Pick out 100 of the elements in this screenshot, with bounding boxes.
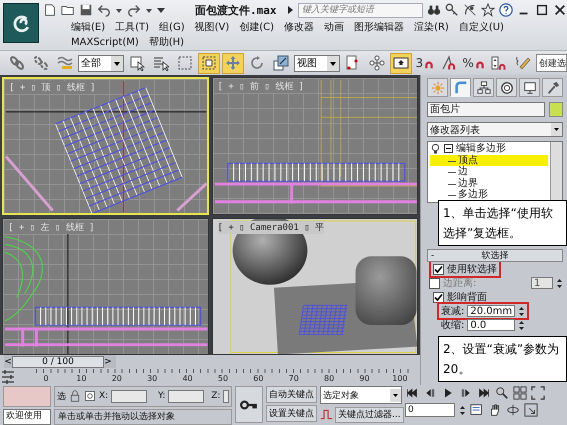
welcome-field[interactable]: 欢迎使用 xyxy=(3,409,51,425)
color-swatch[interactable] xyxy=(549,102,563,117)
key-mode-dropdown[interactable]: 选定对象 xyxy=(320,386,402,404)
lock-icon[interactable] xyxy=(69,390,81,402)
dropdown[interactable]: 视图 xyxy=(294,54,340,72)
viewport-label[interactable]: [ + ▯ Camera001 ▯ 平 xyxy=(218,220,324,234)
collapse-toggle[interactable] xyxy=(444,144,453,154)
spinner-field[interactable]: 0.0 xyxy=(467,319,516,331)
menu-item[interactable]: 修改器 xyxy=(284,20,314,35)
zoom-all-icon[interactable] xyxy=(513,386,527,400)
modifier-item[interactable]: 编辑多边形 xyxy=(456,143,506,154)
hierarchy-tab[interactable] xyxy=(473,78,494,97)
spinner-arrows-icon[interactable] xyxy=(459,404,466,416)
callout-note: 1、单击选择“使用软选择”复选框。 xyxy=(438,200,567,246)
app-logo[interactable] xyxy=(3,3,39,43)
binoculars-icon[interactable] xyxy=(427,3,441,17)
next-frame-button[interactable]: > xyxy=(104,356,112,368)
dashed-rect-icon xyxy=(177,55,194,71)
key-filters-button[interactable]: 关键点过滤器... xyxy=(335,406,404,422)
checkbox-label: 使用软选择 xyxy=(447,262,497,276)
satellite-icon[interactable] xyxy=(463,3,477,17)
zoom-extents-icon[interactable] xyxy=(531,386,545,400)
snap-toggle-button[interactable]: 3 xyxy=(414,52,436,74)
folder-icon[interactable] xyxy=(61,3,75,17)
help-icon[interactable] xyxy=(499,3,513,17)
bulb-icon[interactable] xyxy=(430,143,441,154)
star-icon[interactable] xyxy=(481,3,495,17)
menu-item[interactable]: 帮助(H) xyxy=(148,35,184,50)
modifier-list-dropdown[interactable]: 修改器列表 xyxy=(427,122,563,137)
menu-item[interactable]: MAXScript(M) xyxy=(71,35,139,50)
window-title: 面包渡文件.max xyxy=(195,2,276,18)
object-name-field[interactable]: 面包片 xyxy=(427,102,545,117)
close-icon[interactable] xyxy=(553,3,567,17)
sun-icon xyxy=(430,80,444,94)
display-tab[interactable] xyxy=(519,78,540,97)
orbit-icon[interactable] xyxy=(506,403,520,417)
frame-counter-thumb[interactable]: 0 / 100 xyxy=(12,356,104,368)
search-field[interactable]: 键入关键字或短语 xyxy=(298,2,423,18)
go-to-end-icon[interactable] xyxy=(477,387,491,399)
script-listener-swatch[interactable] xyxy=(3,386,51,408)
viewport[interactable]: [ + ▯ Camera001 ▯ 平 xyxy=(212,218,418,355)
frame-number: 80 xyxy=(323,374,336,384)
frame-field[interactable]: 0 xyxy=(405,403,455,417)
frame-number: 60 xyxy=(252,374,264,384)
set-key-mode-button[interactable]: 设置关键点 xyxy=(266,405,317,422)
crossing-button[interactable] xyxy=(198,52,220,74)
scrollbar[interactable] xyxy=(550,142,562,202)
key-icon[interactable] xyxy=(445,3,459,17)
time-config-icon[interactable] xyxy=(470,403,484,417)
track-bar[interactable]: 0 10 20 30 40 50 60 70 80 90 100 xyxy=(36,368,410,384)
zoom-icon[interactable] xyxy=(495,386,509,400)
menu-item[interactable]: 创建(C) xyxy=(239,20,274,35)
cursor-box-icon xyxy=(129,55,146,71)
pan-hand-icon[interactable] xyxy=(488,403,502,417)
dropdown[interactable]: 全部 xyxy=(78,54,124,72)
key-curve-icon[interactable] xyxy=(320,408,333,421)
spinner-arrows-icon[interactable] xyxy=(556,278,563,288)
menu-item[interactable]: 工具(T) xyxy=(115,20,150,35)
menu-item[interactable]: 编辑(E) xyxy=(71,20,106,35)
rollout-header[interactable]: - 软选择 xyxy=(427,249,563,262)
spinner-arrows-icon[interactable] xyxy=(518,320,526,330)
menu-item[interactable]: 动画 xyxy=(324,20,344,35)
menu-item[interactable]: 渲染(R) xyxy=(414,20,449,35)
maximize-icon[interactable] xyxy=(535,3,549,17)
keyboard-button[interactable] xyxy=(390,52,412,74)
set-key-button[interactable] xyxy=(235,386,263,423)
menu-item[interactable]: 视图(V) xyxy=(194,20,230,35)
coordinate-field[interactable] xyxy=(223,390,229,403)
spinner-field[interactable]: 20.0mm xyxy=(467,305,516,317)
menu-item[interactable]: 图形编辑器 xyxy=(354,20,404,35)
auto-key-button[interactable]: 自动关键点 xyxy=(266,386,317,403)
menu-item[interactable]: 自定义(U) xyxy=(458,20,504,35)
track-bar-icon[interactable] xyxy=(0,368,16,384)
sub-object-item[interactable]: 顶点 xyxy=(430,154,548,166)
snap-toggle-button[interactable]: % xyxy=(462,52,486,74)
previous-frame-button[interactable]: < xyxy=(4,356,12,368)
undo-icon[interactable] xyxy=(97,3,111,17)
caret-icon[interactable] xyxy=(115,6,123,14)
hammer-icon xyxy=(546,80,560,94)
menu-item[interactable]: 组(G) xyxy=(159,20,185,35)
named-selection-field[interactable]: 创建选 xyxy=(536,54,567,72)
time-scrollbar[interactable]: < 0 / 100 > xyxy=(4,355,116,368)
checkbox[interactable] xyxy=(433,292,444,302)
save-icon[interactable] xyxy=(79,3,93,17)
transform-mode-icon[interactable] xyxy=(84,390,96,402)
checkbox[interactable] xyxy=(433,264,444,274)
new-file-icon[interactable] xyxy=(43,3,57,17)
redo-icon[interactable] xyxy=(127,3,141,17)
motion-tab[interactable] xyxy=(496,78,517,97)
go-to-start-icon[interactable] xyxy=(405,387,419,399)
frame-number: 40 xyxy=(181,374,194,384)
y-label: Y: xyxy=(158,391,166,402)
maximize-viewport-icon[interactable] xyxy=(524,403,538,417)
utilities-tab[interactable] xyxy=(542,78,563,97)
rotate-icon xyxy=(249,55,266,71)
coordinate-field[interactable] xyxy=(111,390,148,403)
caret-icon[interactable] xyxy=(286,6,294,14)
coordinate-field[interactable] xyxy=(168,390,204,403)
spinner-arrows-icon[interactable] xyxy=(518,306,526,316)
chain-link-icon xyxy=(9,55,25,71)
